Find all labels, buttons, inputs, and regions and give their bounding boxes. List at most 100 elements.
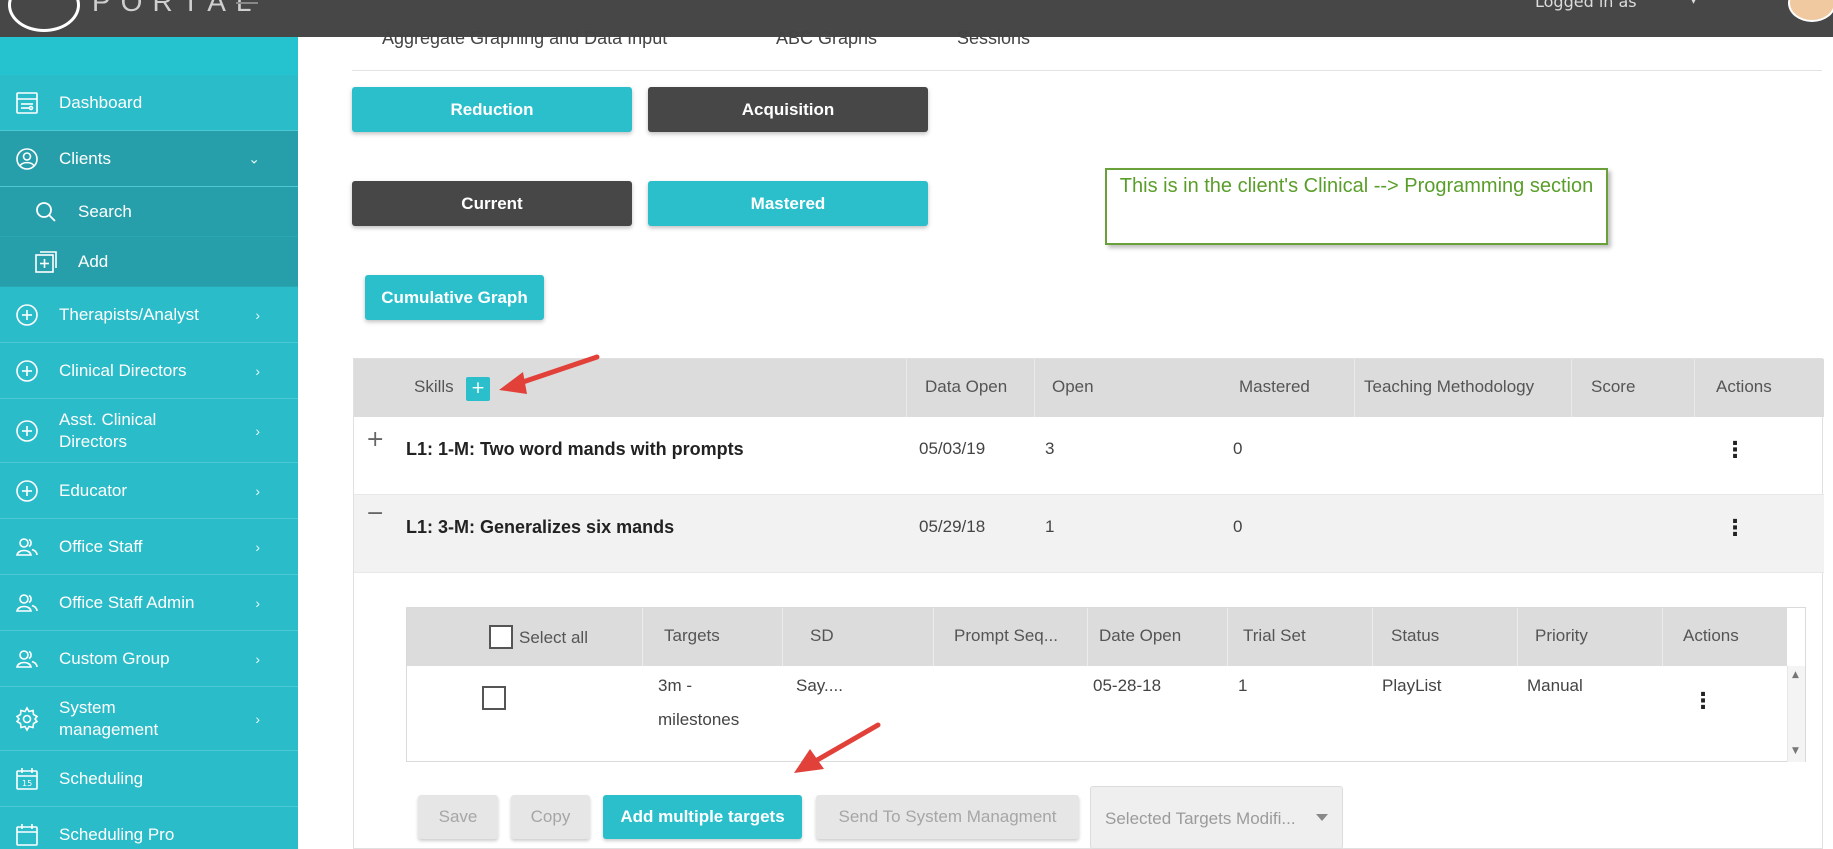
scroll-up-icon[interactable]: ▲	[1792, 670, 1799, 680]
skill-row[interactable]: − L1: 3-M: Generalizes six mands 05/29/1…	[354, 495, 1824, 573]
sidebar-item-label: Custom Group	[59, 648, 170, 668]
sidebar-item-asst-clinical-directors[interactable]: Asst. Clinical Directors ›	[0, 399, 298, 463]
target-sd: Say....	[796, 676, 843, 695]
more-actions-icon[interactable]: ⋮	[1724, 440, 1746, 462]
sidebar-item-label: Dashboard	[59, 92, 143, 112]
header-priority: Priority	[1535, 626, 1588, 645]
logo-ring-icon	[8, 0, 80, 32]
sidebar-item-label: Office Staff Admin	[59, 592, 195, 612]
sidebar-item-label: Add	[78, 251, 109, 271]
header-separator	[642, 608, 643, 666]
expand-toggle-icon[interactable]: +	[366, 427, 384, 452]
acquisition-button[interactable]: Acquisition	[648, 87, 928, 132]
target-trial-set: 1	[1238, 676, 1248, 695]
plus-circle-icon	[14, 302, 40, 328]
avatar[interactable]	[1788, 0, 1833, 22]
sidebar-subitem-search[interactable]: Search	[0, 187, 298, 237]
select-all-label: Select all	[519, 628, 588, 647]
user-menu-caret-icon[interactable]: ▾	[1690, 0, 1697, 8]
skill-title: L1: 3-M: Generalizes six mands	[406, 517, 675, 537]
sidebar-item-label: Educator	[59, 480, 128, 500]
skill-row[interactable]: + L1: 1-M: Two word mands with prompts 0…	[354, 417, 1824, 495]
sidebar-item-custom-group[interactable]: Custom Group ›	[0, 631, 298, 687]
reduction-button[interactable]: Reduction	[352, 87, 632, 132]
targets-table: Select all Targets SD Prompt Seq... Date…	[406, 607, 1806, 762]
more-actions-icon[interactable]: ⋮	[1724, 518, 1746, 540]
plus-circle-icon	[14, 358, 40, 384]
target-name-line2: milestones	[658, 710, 740, 729]
mastered-button[interactable]: Mastered	[648, 181, 928, 226]
sidebar-item-dashboard[interactable]: Dashboard	[0, 75, 298, 131]
skill-mastered-count: 0	[1233, 439, 1243, 458]
sidebar: Dashboard Clients ⌄ Search Add Therapist…	[0, 37, 298, 849]
header-separator	[1087, 608, 1088, 666]
chevron-right-icon: ›	[255, 538, 260, 555]
tab-aggregate-graphing[interactable]: Aggregate Graphing and Data Input	[382, 28, 667, 49]
tab-abc-graphs[interactable]: ABC Graphs	[776, 28, 877, 49]
skill-open-count: 3	[1045, 439, 1055, 458]
tab-sessions[interactable]: Sessions	[957, 28, 1030, 49]
save-button[interactable]: Save	[418, 795, 498, 839]
sidebar-item-label: Therapists/Analyst	[59, 304, 199, 324]
header-separator	[1354, 359, 1355, 417]
sidebar-item-label: Scheduling	[59, 768, 144, 788]
caret-down-icon	[1316, 814, 1328, 821]
current-button[interactable]: Current	[352, 181, 632, 226]
header-data-open: Data Open	[925, 377, 1008, 396]
header-separator	[1694, 359, 1695, 417]
sidebar-item-clinical-directors[interactable]: Clinical Directors ›	[0, 343, 298, 399]
more-actions-icon[interactable]: ⋮	[1692, 691, 1714, 713]
calendar-icon: 15	[14, 766, 40, 792]
send-to-system-management-button[interactable]: Send To System Managment	[816, 795, 1079, 839]
skills-table: Skills + Data Open Open Mastered Teachin…	[353, 358, 1824, 849]
header-teaching-methodology: Teaching Methodology	[1364, 377, 1535, 396]
menu-toggle-icon[interactable]	[236, 0, 258, 4]
users-icon	[14, 590, 40, 616]
header-separator	[1372, 608, 1373, 666]
select-all-checkbox[interactable]	[489, 625, 513, 649]
copy-button[interactable]: Copy	[511, 795, 590, 839]
chevron-right-icon: ›	[255, 650, 260, 667]
sidebar-item-clients[interactable]: Clients ⌄	[0, 131, 298, 187]
annotation-note: This is in the client's Clinical --> Pro…	[1105, 168, 1608, 245]
sidebar-subitem-add[interactable]: Add	[0, 237, 298, 287]
chevron-right-icon: ›	[255, 594, 260, 611]
header-date-open: Date Open	[1099, 626, 1182, 645]
target-select-checkbox[interactable]	[482, 686, 506, 710]
sidebar-item-scheduling[interactable]: 15 Scheduling	[0, 751, 298, 807]
sidebar-item-system-management[interactable]: System management ›	[0, 687, 298, 751]
skill-data-open: 05/03/19	[919, 439, 986, 458]
skill-open-count: 1	[1045, 517, 1055, 536]
sidebar-item-office-staff[interactable]: Office Staff ›	[0, 519, 298, 575]
cumulative-graph-button[interactable]: Cumulative Graph	[365, 275, 544, 320]
header-separator	[1227, 608, 1228, 666]
plus-circle-icon	[14, 478, 40, 504]
sidebar-item-label: Clinical Directors	[59, 360, 187, 380]
header-actions: Actions	[1683, 626, 1739, 645]
target-date-open: 05-28-18	[1093, 676, 1162, 695]
users-icon	[14, 646, 40, 672]
add-multiple-targets-button[interactable]: Add multiple targets	[603, 795, 802, 839]
targets-scrollbar[interactable]: ▲ ▼	[1787, 666, 1805, 762]
dashboard-icon	[14, 90, 40, 116]
calendar-icon	[14, 822, 40, 848]
plus-circle-icon	[14, 418, 40, 444]
gear-icon	[14, 705, 40, 732]
sidebar-item-scheduling-pro[interactable]: Scheduling Pro	[0, 807, 298, 849]
add-skill-button[interactable]: +	[466, 377, 490, 401]
sidebar-item-label: Asst. Clinical Directors	[59, 409, 157, 451]
user-circle-icon	[14, 146, 40, 172]
sidebar-item-office-staff-admin[interactable]: Office Staff Admin ›	[0, 575, 298, 631]
sidebar-item-educator[interactable]: Educator ›	[0, 463, 298, 519]
target-status: PlayList	[1382, 676, 1442, 695]
sidebar-item-therapists[interactable]: Therapists/Analyst ›	[0, 287, 298, 343]
selected-targets-modifier-dropdown[interactable]: Selected Targets Modifi...	[1090, 786, 1343, 849]
scroll-down-icon[interactable]: ▼	[1792, 746, 1799, 756]
skill-mastered-count: 0	[1233, 517, 1243, 536]
sidebar-item-label: Search	[78, 201, 132, 221]
header-separator	[1662, 608, 1663, 666]
header-mastered: Mastered	[1239, 377, 1310, 396]
collapse-toggle-icon[interactable]: −	[366, 501, 384, 526]
header-separator	[1034, 359, 1035, 417]
skill-title: L1: 1-M: Two word mands with prompts	[406, 439, 744, 459]
